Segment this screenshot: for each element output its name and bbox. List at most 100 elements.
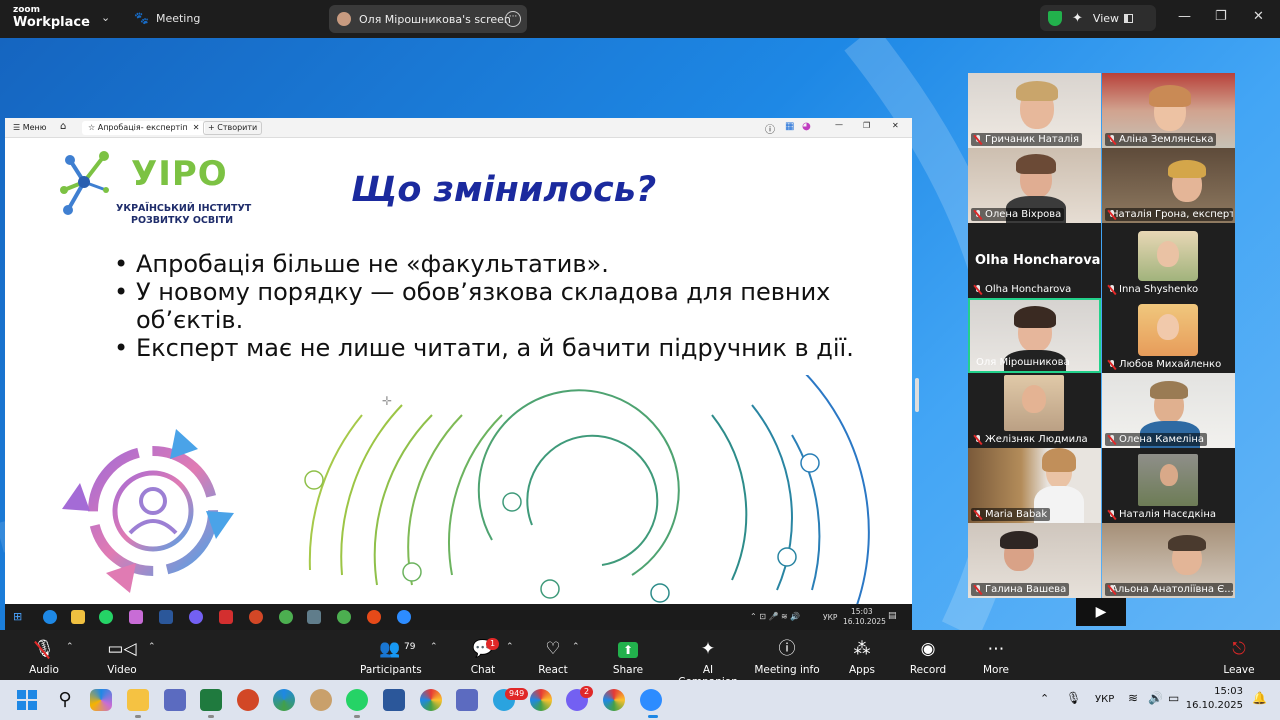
- inner-lang: УКР: [823, 613, 838, 622]
- participant-face: [1022, 385, 1046, 413]
- participant-tile[interactable]: Олена Камеліна: [1102, 373, 1235, 448]
- maximize-icon[interactable]: ❐: [863, 121, 870, 130]
- more-button[interactable]: ⋯ More: [980, 638, 1012, 676]
- home-icon[interactable]: ⌂: [60, 121, 66, 132]
- share-button[interactable]: ⬆ Share: [610, 638, 646, 676]
- participant-tile[interactable]: Любов Михайленко: [1102, 298, 1235, 373]
- leave-door-icon: ⎋: [1232, 639, 1246, 659]
- participant-display-name: Olha Honcharova: [975, 253, 1101, 268]
- edge-icon[interactable]: [273, 689, 295, 711]
- close-icon[interactable]: ✕: [1253, 9, 1264, 24]
- tray-icons: ⌃ ⊡ 🎤 ≋ 🔊: [750, 612, 801, 621]
- participant-hair: [1016, 81, 1058, 101]
- leave-button[interactable]: ⎋ Leave: [1222, 638, 1256, 676]
- file-explorer-icon[interactable]: [127, 689, 149, 711]
- meeting-menu[interactable]: 🐾 Meeting: [134, 11, 200, 25]
- maximize-icon[interactable]: ❐: [1215, 9, 1227, 24]
- gallery-next-page-button[interactable]: ▶: [1076, 598, 1126, 626]
- save-icon[interactable]: [456, 689, 478, 711]
- participant-tile[interactable]: Альона Анатоліївна Є...: [1102, 523, 1235, 598]
- participant-tile[interactable]: Аліна Землянська: [1102, 73, 1235, 148]
- close-icon[interactable]: ✕: [892, 121, 899, 130]
- audio-button[interactable]: 🎙 Audio: [26, 638, 62, 676]
- battery-icon[interactable]: ▭: [1168, 691, 1179, 705]
- participant-tile[interactable]: Галина Вашева: [968, 523, 1101, 598]
- active-indicator: [648, 715, 658, 718]
- participant-hair: [1150, 381, 1188, 399]
- chrome-icon[interactable]: [420, 689, 442, 711]
- whatsapp-icon[interactable]: [346, 689, 368, 711]
- create-button[interactable]: + Створити: [203, 121, 263, 135]
- zoom-workplace-logo[interactable]: zoom Workplace: [13, 6, 90, 30]
- meeting-label-text: Meeting: [155, 11, 201, 25]
- chrome-icon[interactable]: [603, 689, 625, 711]
- view-layout-icon: [1124, 13, 1134, 23]
- apps-button[interactable]: ⁂ Apps: [846, 638, 878, 676]
- audio-options-chevron-icon[interactable]: ⌃: [66, 642, 74, 652]
- telegram-badge: 949: [505, 688, 529, 700]
- participant-tile[interactable]: Inna Shyshenko: [1102, 223, 1235, 298]
- participant-tile[interactable]: Наталія Насєдкіна: [1102, 448, 1235, 523]
- volume-icon[interactable]: 🔊: [1148, 691, 1163, 705]
- copilot-icon[interactable]: [90, 689, 112, 711]
- participant-name: Олена Віхрова: [971, 208, 1065, 221]
- react-button[interactable]: ♡ React: [538, 638, 568, 676]
- mic-muted-icon: [974, 134, 982, 145]
- microphone-icon[interactable]: 🎙: [1066, 691, 1081, 705]
- minimize-icon[interactable]: —: [835, 120, 843, 129]
- cycle-arrows-icon: [62, 429, 234, 593]
- apps-grid-icon[interactable]: ▦: [785, 121, 794, 132]
- notification-bell-icon[interactable]: 🔔: [1252, 691, 1267, 705]
- system-clock[interactable]: 15:03 16.10.2025: [1186, 685, 1243, 713]
- participant-tile[interactable]: Наталія Грона, експерт: [1102, 148, 1235, 223]
- word-icon[interactable]: [383, 689, 405, 711]
- participants-options-chevron-icon[interactable]: ⌃: [430, 642, 438, 652]
- record-icon: ◉: [920, 639, 936, 659]
- copilot-icon[interactable]: ◕: [802, 121, 811, 132]
- zoom-title-bar: zoom Workplace ⌄ 🐾 Meeting Оля Мірошнико…: [0, 0, 1280, 38]
- shared-screen: ☰ Меню ⌂ ☆ Апробація- експертіп ✕ + Ство…: [5, 118, 912, 630]
- participant-tile[interactable]: Maria Babak: [968, 448, 1101, 523]
- record-button[interactable]: ◉ Record: [908, 638, 948, 676]
- decorative-rings: ✛: [304, 375, 870, 604]
- document-tab[interactable]: ☆ Апробація- експертіп ✕: [82, 121, 206, 135]
- excel-icon[interactable]: [200, 689, 222, 711]
- windows-start-icon[interactable]: [16, 689, 38, 711]
- video-options-chevron-icon[interactable]: ⌃: [148, 642, 156, 652]
- participant-tile[interactable]: Olha Honcharova Olha Honcharova: [968, 223, 1101, 298]
- menu-button[interactable]: ☰ Меню: [13, 123, 47, 132]
- video-camera-icon: ▭◁: [107, 639, 137, 659]
- viewing-screen-pill[interactable]: Оля Мірошникова's screen ···: [329, 5, 527, 33]
- show-hidden-icons-chevron-icon[interactable]: ⌃: [1040, 692, 1049, 705]
- app-icon[interactable]: [164, 689, 186, 711]
- meeting-info-button[interactable]: ⓘ Meeting info: [754, 638, 820, 676]
- keyboard-language[interactable]: УКР: [1095, 694, 1114, 705]
- participant-tile[interactable]: Олена Віхрова: [968, 148, 1101, 223]
- video-button[interactable]: ▭◁ Video: [104, 638, 140, 676]
- security-shield-icon[interactable]: [1048, 10, 1062, 26]
- view-button[interactable]: View: [1093, 12, 1134, 25]
- minimize-icon[interactable]: —: [1178, 9, 1191, 24]
- split-drag-handle[interactable]: [915, 378, 919, 412]
- sparkle-icon[interactable]: ✦: [1072, 11, 1083, 26]
- participant-tile-active-speaker[interactable]: Оля Мірошникова: [968, 298, 1101, 373]
- slide-title: Що змінилось?: [351, 170, 657, 210]
- participant-tile[interactable]: Желізняк Людмила: [968, 373, 1101, 448]
- zoom-icon[interactable]: [640, 689, 662, 711]
- word-icon: [159, 610, 173, 624]
- chevron-down-icon[interactable]: ⌄: [101, 11, 110, 24]
- chat-options-chevron-icon[interactable]: ⌃: [506, 642, 514, 652]
- clock-date: 16.10.2025: [1185, 700, 1243, 711]
- help-icon[interactable]: ⓘ: [765, 121, 775, 136]
- participant-tile[interactable]: Гричаник Наталія: [968, 73, 1101, 148]
- more-options-icon[interactable]: ···: [505, 11, 521, 27]
- copilot-icon: [129, 610, 143, 624]
- wifi-icon[interactable]: ≋: [1128, 691, 1138, 705]
- app-icon[interactable]: [310, 689, 332, 711]
- search-icon[interactable]: ⚲: [54, 689, 76, 711]
- whatsapp-icon: [99, 610, 113, 624]
- running-indicator: [135, 715, 141, 718]
- powerpoint-icon[interactable]: [237, 689, 259, 711]
- chrome-icon[interactable]: [530, 689, 552, 711]
- react-options-chevron-icon[interactable]: ⌃: [572, 642, 580, 652]
